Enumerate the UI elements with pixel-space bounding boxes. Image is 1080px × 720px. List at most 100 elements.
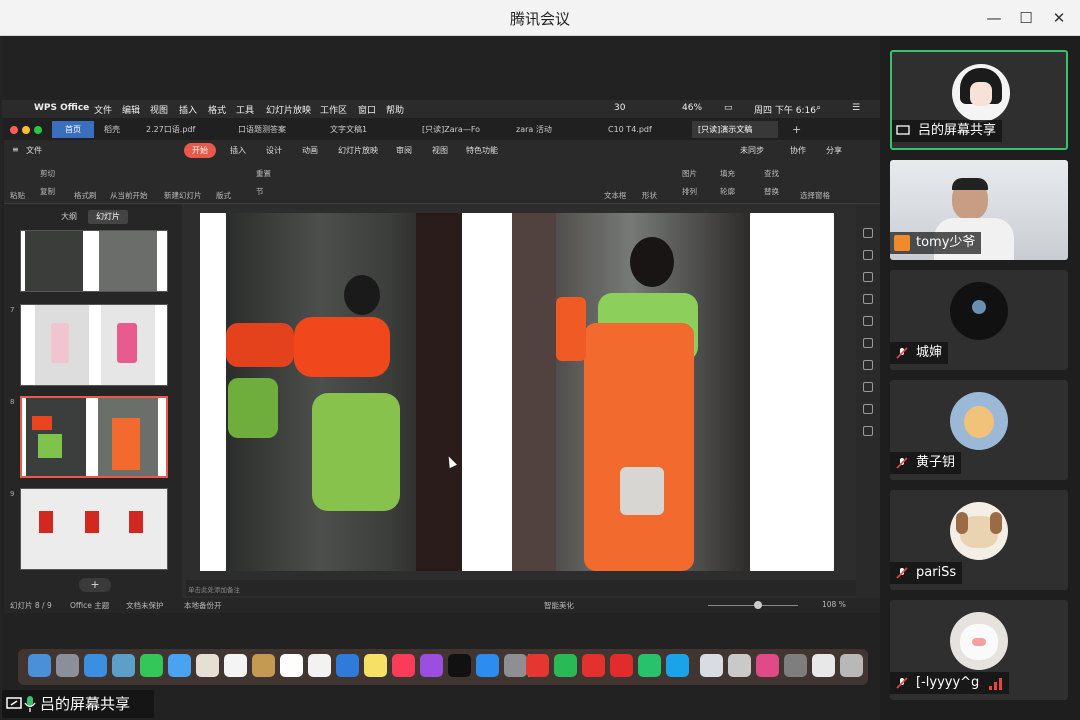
new-tab-icon[interactable]: + — [786, 121, 802, 138]
search-icon[interactable]: ⌕ — [816, 103, 821, 113]
tab-answers[interactable]: 口语题测答案 — [232, 121, 316, 138]
zoom-level[interactable]: 108 % — [822, 600, 846, 609]
tab-docer[interactable]: 稻壳 — [98, 121, 136, 138]
share-button[interactable]: 分享 — [826, 145, 842, 156]
arrange-button[interactable]: 排列 — [682, 186, 697, 197]
slide-photo-right[interactable] — [512, 213, 750, 571]
menu-design[interactable]: 设计 — [266, 145, 282, 156]
menu-slideshow[interactable]: 幻灯片放映 — [338, 145, 378, 156]
slide-thumbnail-7[interactable] — [20, 304, 168, 386]
menu-animation[interactable]: 动画 — [302, 145, 318, 156]
wps-icon[interactable] — [526, 654, 549, 677]
reset-button[interactable]: 重置 — [256, 168, 271, 179]
minimize-icon[interactable]: — — [982, 6, 1006, 30]
tab-zara-fo[interactable]: [只读]Zara—Fo — [416, 121, 502, 138]
tencent-meeting-icon[interactable] — [666, 654, 689, 677]
slide-thumbnail-8[interactable] — [20, 396, 168, 478]
play-from-current-button[interactable]: 从当前开始 — [110, 190, 148, 201]
tool-icon-8[interactable] — [863, 382, 873, 392]
find-button[interactable]: 查找 — [764, 168, 779, 179]
tool-icon-9[interactable] — [863, 404, 873, 414]
menu-review[interactable]: 审阅 — [396, 145, 412, 156]
shape-button[interactable]: 形状 — [642, 190, 657, 201]
menu-home-ribbon[interactable]: 开始 — [184, 143, 216, 158]
messages-icon[interactable] — [168, 654, 191, 677]
menu-insert[interactable]: 插入 — [230, 145, 246, 156]
textbox-button[interactable]: 文本框 — [604, 190, 627, 201]
layout-button[interactable]: 版式 — [216, 190, 231, 201]
apple-tv-icon[interactable] — [448, 654, 471, 677]
tool-icon-3[interactable] — [863, 272, 873, 282]
calendar-icon[interactable] — [280, 654, 303, 677]
video-app-icon[interactable] — [638, 654, 661, 677]
photos-icon[interactable] — [224, 654, 247, 677]
mac-menu-edit[interactable]: 编辑 — [122, 103, 140, 116]
wechat-icon[interactable] — [554, 654, 577, 677]
control-center-icon[interactable]: ☰ — [852, 103, 860, 113]
mac-menu-view[interactable]: 视图 — [150, 103, 168, 116]
participant-card-5[interactable]: pariSs — [890, 490, 1068, 590]
tab-home[interactable]: 首页 — [52, 121, 94, 138]
slide-photo-left[interactable] — [226, 213, 462, 571]
tool-icon-1[interactable] — [863, 228, 873, 238]
mac-menu-slideshow[interactable]: 幻灯片放映 — [266, 103, 311, 116]
music-icon[interactable] — [392, 654, 415, 677]
slide-thumbnail-6[interactable] — [20, 230, 168, 292]
translate-icon[interactable] — [336, 654, 359, 677]
participant-card-4[interactable]: 黄子钥 — [890, 380, 1068, 480]
recent-file-icon-1[interactable] — [700, 654, 723, 677]
participant-card-6[interactable]: [-lyyyy^g — [890, 600, 1068, 700]
collaborate-button[interactable]: 协作 — [790, 145, 806, 156]
replace-button[interactable]: 替换 — [764, 186, 779, 197]
tab-zara-event[interactable]: zara 活动 — [510, 121, 592, 138]
tab-c10-pdf[interactable]: C10 T4.pdf — [602, 121, 684, 138]
recent-file-icon-5[interactable] — [812, 654, 835, 677]
tab-text-doc[interactable]: 文字文稿1 — [324, 121, 404, 138]
minimize-dot-icon[interactable] — [22, 126, 30, 134]
mac-menu-format[interactable]: 格式 — [208, 103, 226, 116]
launchpad-icon[interactable] — [56, 654, 79, 677]
smart-beautify-button[interactable]: 智能美化 — [544, 600, 574, 611]
tab-presentation[interactable]: [只读]演示文稿 — [692, 121, 778, 138]
participant-card-2[interactable]: tomy少爷 — [890, 160, 1068, 260]
mac-menu-tools[interactable]: 工具 — [236, 103, 254, 116]
tab-slides[interactable]: 幻灯片 — [88, 210, 128, 224]
mac-menu-insert[interactable]: 插入 — [179, 103, 197, 116]
participant-card-1[interactable]: 吕的屏幕共享 — [890, 50, 1068, 150]
selection-pane-button[interactable]: 选择窗格 — [800, 190, 830, 201]
current-slide[interactable] — [200, 213, 834, 571]
hamburger-icon[interactable]: ≡ — [12, 145, 19, 154]
backup-status[interactable]: 本地备份开 — [184, 600, 222, 611]
menu-file[interactable]: 文件 — [26, 145, 42, 156]
youdao-icon[interactable] — [582, 654, 605, 677]
mac-menu-window[interactable]: 窗口 — [358, 103, 376, 116]
cut-button[interactable]: 剪切 — [40, 168, 55, 179]
facetime-icon[interactable] — [140, 654, 163, 677]
mac-menu-workspace[interactable]: 工作区 — [320, 103, 347, 116]
new-slide-button[interactable]: 新建幻灯片 — [164, 190, 202, 201]
menu-special[interactable]: 特色功能 — [466, 145, 498, 156]
podcasts-icon[interactable] — [420, 654, 443, 677]
app-store-icon[interactable] — [476, 654, 499, 677]
zoom-slider-handle[interactable] — [754, 601, 762, 609]
close-icon[interactable]: ✕ — [1047, 6, 1071, 30]
finder-icon[interactable] — [28, 654, 51, 677]
notes-app-icon[interactable] — [252, 654, 275, 677]
tool-icon-7[interactable] — [863, 360, 873, 370]
reminders-icon[interactable] — [308, 654, 331, 677]
mac-app-name[interactable]: WPS Office — [34, 103, 89, 113]
tool-icon-4[interactable] — [863, 294, 873, 304]
section-button[interactable]: 节 — [256, 186, 264, 197]
tab-pdf-oral[interactable]: 2.27口语.pdf — [140, 121, 224, 138]
recent-file-icon-3[interactable] — [756, 654, 779, 677]
mac-menu-file[interactable]: 文件 — [94, 103, 112, 116]
preview-icon[interactable] — [112, 654, 135, 677]
add-slide-button[interactable]: + — [79, 578, 111, 592]
trash-icon[interactable] — [840, 654, 863, 677]
maps-icon[interactable] — [196, 654, 219, 677]
protect-status[interactable]: 文档未保护 — [126, 600, 164, 611]
safari-icon[interactable] — [84, 654, 107, 677]
outline-button[interactable]: 轮廓 — [720, 186, 735, 197]
copy-button[interactable]: 复制 — [40, 186, 55, 197]
system-preferences-icon[interactable] — [504, 654, 527, 677]
